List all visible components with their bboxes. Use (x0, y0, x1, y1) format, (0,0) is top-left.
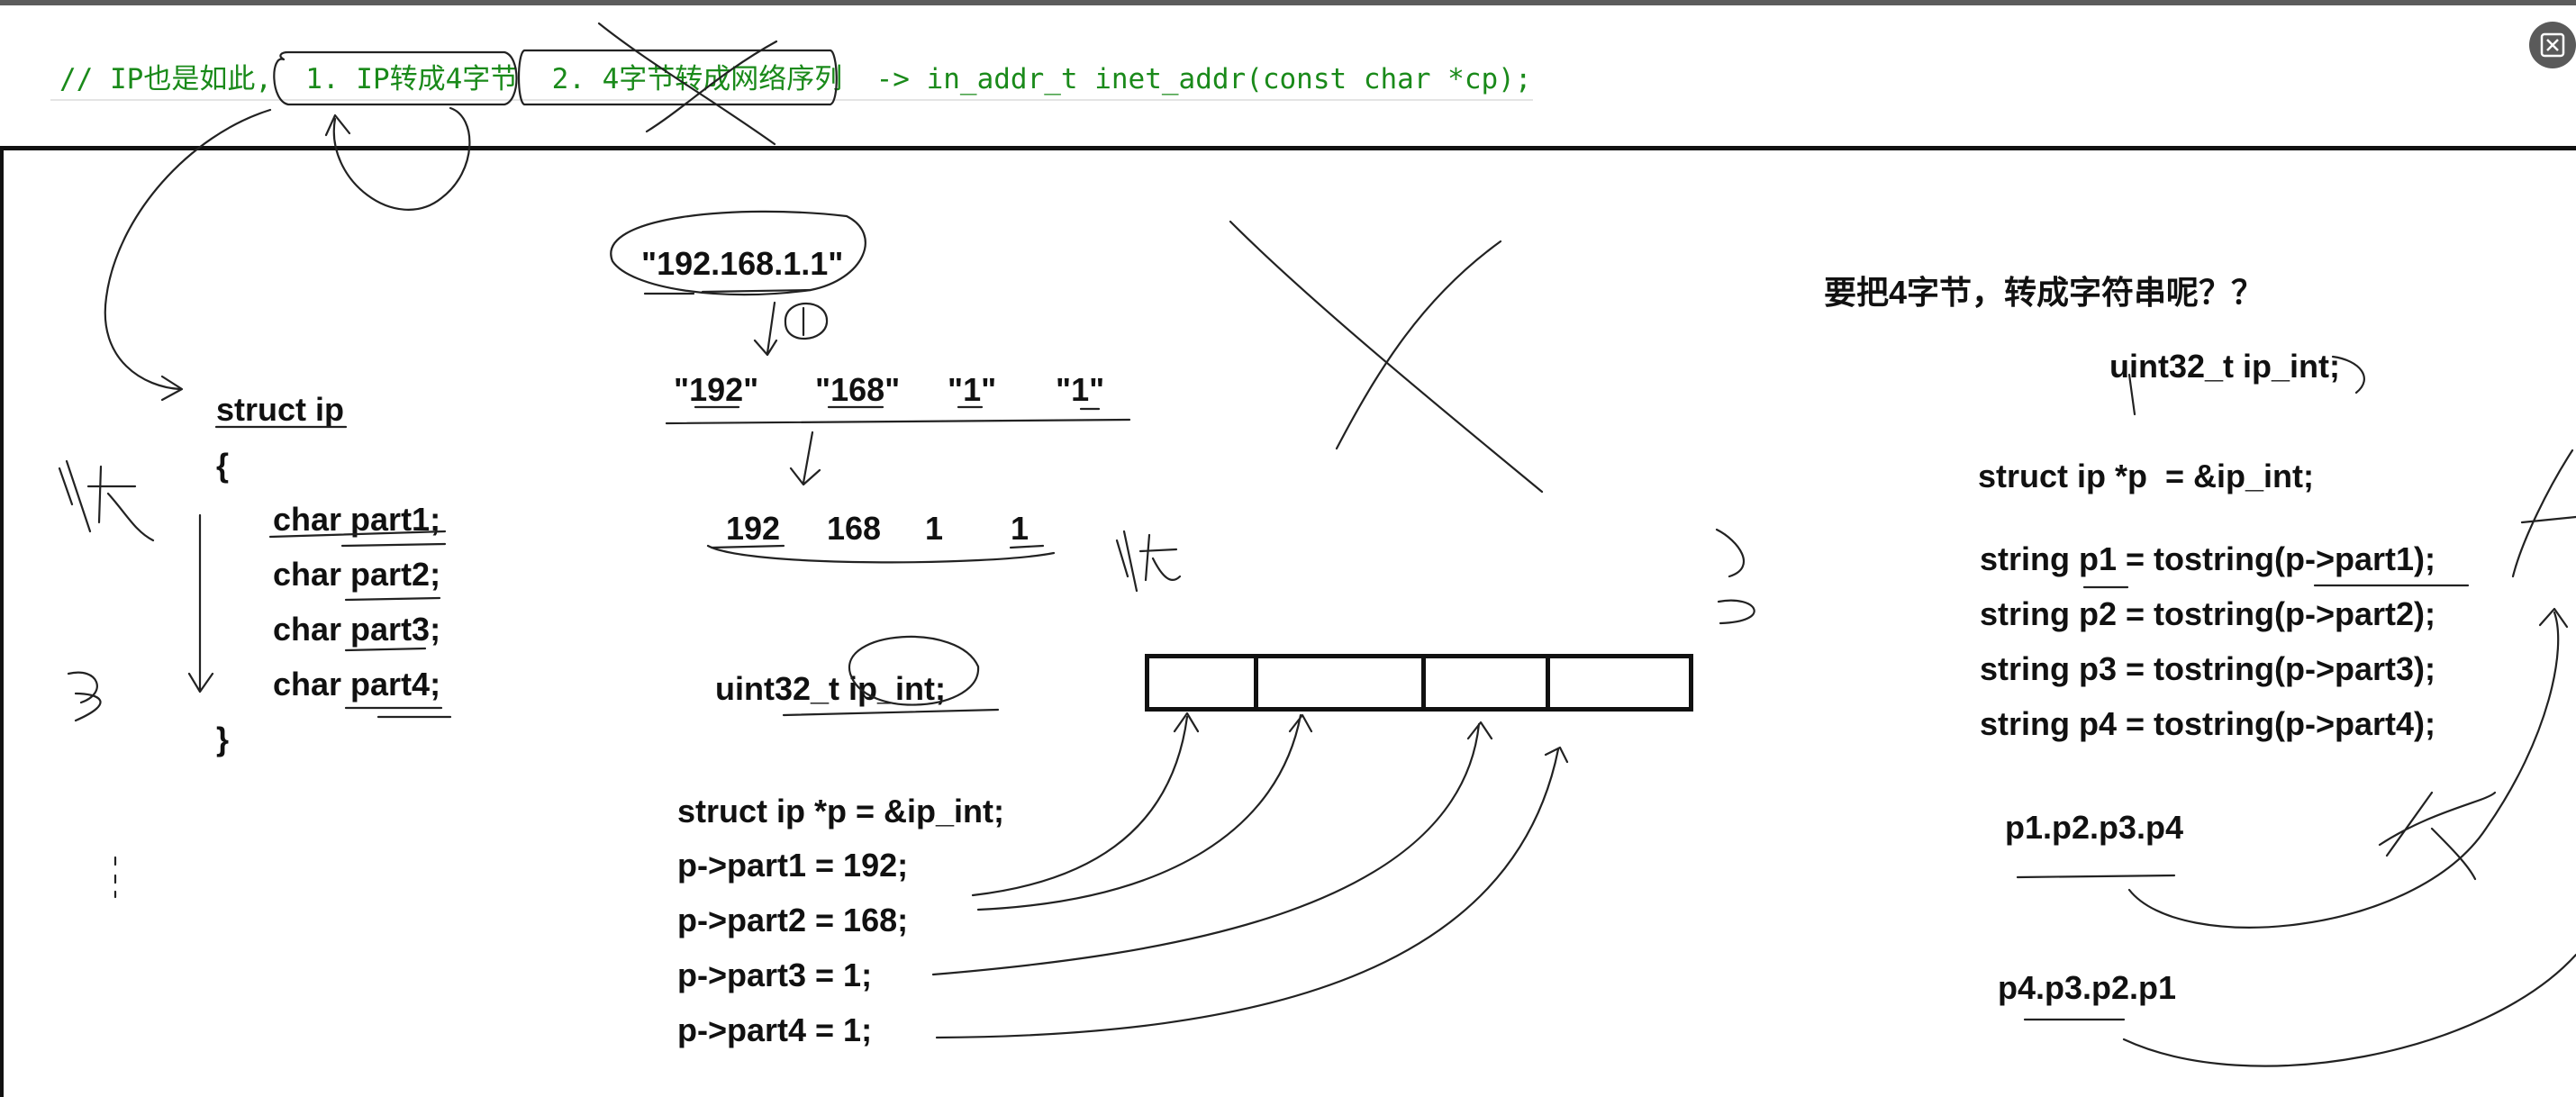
struct-header: struct ip (216, 391, 345, 428)
right-uint-declaration: uint32_t ip_int; (2109, 348, 2341, 385)
close-preview-button[interactable] (2529, 22, 2576, 68)
struct-field-4: char part4; (273, 666, 441, 703)
assign-part3: p->part3 = 1; (677, 956, 873, 993)
window-top-bar (0, 0, 2576, 5)
memory-byte-3 (1421, 654, 1550, 712)
right-pointer-declaration: struct ip *p = &ip_int; (1978, 458, 2315, 494)
memory-byte-4 (1546, 654, 1693, 712)
order-reverse: p4.p3.p2.p1 (1998, 969, 2177, 1006)
code-comment-line: // IP也是如此, 1. IP转成4字节 2. 4字节转成网络序列 -> in… (59, 63, 1532, 95)
ip-part-4: "1" (1056, 371, 1105, 408)
assign-part1: p->part1 = 192; (677, 847, 909, 884)
struct-open-brace: { (216, 447, 230, 484)
ip-part-3: "1" (948, 371, 997, 408)
struct-field-1: char part1; (273, 501, 441, 538)
code-line-divider (50, 99, 1533, 101)
assign-part2: p->part2 = 168; (677, 902, 909, 938)
struct-close-brace: } (216, 721, 230, 757)
ip-number-3: 1 (925, 510, 944, 547)
string-line-3: string p3 = tostring(p->part3); (1980, 650, 2436, 687)
ip-part-2: "168" (815, 371, 901, 408)
pointer-declaration: struct ip *p = &ip_int; (677, 793, 1005, 830)
ip-number-1: 192 (726, 510, 781, 547)
assign-part4: p->part4 = 1; (677, 1011, 873, 1048)
right-question: 要把4字节，转成字符串呢？？ (1824, 274, 2264, 311)
memory-byte-2 (1254, 654, 1426, 712)
memory-byte-1 (1145, 654, 1258, 712)
string-line-1: string p1 = tostring(p->part1); (1980, 540, 2436, 577)
uint-declaration: uint32_t ip_int; (715, 670, 947, 707)
ip-number-2: 168 (827, 510, 882, 547)
loop-arrowhead (324, 113, 351, 137)
struct-field-3: char part3; (273, 611, 441, 648)
whiteboard-screen: // IP也是如此, 1. IP转成4字节 2. 4字节转成网络序列 -> in… (0, 0, 2576, 1097)
ip-string: "192.168.1.1" (641, 245, 844, 282)
string-line-2: string p2 = tostring(p->part2); (1980, 595, 2436, 632)
close-icon (2540, 32, 2565, 58)
struct-field-2: char part2; (273, 556, 441, 593)
ip-part-1: "192" (674, 371, 759, 408)
string-line-4: string p4 = tostring(p->part4); (1980, 705, 2436, 742)
order-forward: p1.p2.p3.p4 (2005, 809, 2184, 846)
ip-number-4: 1 (1011, 510, 1029, 547)
